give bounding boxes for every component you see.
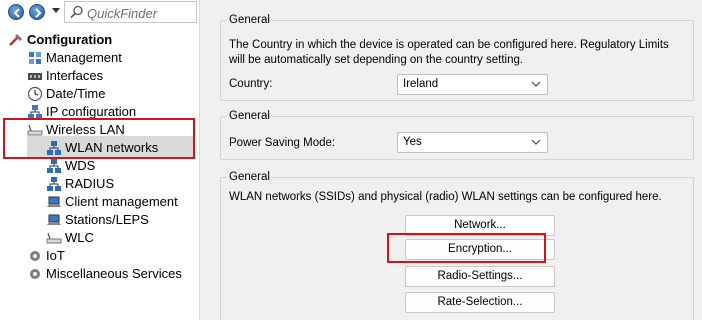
group-title: General [227,170,272,184]
group-title: General [227,109,272,123]
tree-item-label: Date/Time [46,86,106,101]
group-country: General The Country in which the device … [220,13,694,101]
quickfinder-placeholder: QuickFinder [87,6,158,21]
tree-item-label: WDS [65,158,96,173]
group-power-saving: General Power Saving Mode: Yes [220,109,694,160]
wireless-icon [46,232,62,244]
chevron-down-icon[interactable] [52,8,60,13]
tree-item-label: Management [46,50,122,65]
power-saving-label: Power Saving Mode: [229,137,336,149]
gear-icon [30,269,40,279]
group-title: General [227,13,272,27]
tools-icon [9,34,22,46]
country-value: Ireland [403,78,439,90]
magnifier-icon [70,5,83,19]
rate-selection-button[interactable]: Rate-Selection... [405,292,555,313]
country-description: The Country in which the device is opera… [229,39,669,66]
power-saving-value: Yes [403,136,422,148]
highlight-box [3,118,195,159]
tree-item-label: RADIUS [65,176,115,191]
tree-item-label: Stations/LEPS [65,212,149,227]
laptop-icon [47,214,61,225]
tree-item-label: Interfaces [46,68,104,83]
laptop-icon [47,196,61,207]
pane-splitter[interactable] [199,0,206,320]
country-label: Country: [229,78,273,90]
chevron-down-icon [531,139,541,145]
quickfinder-search-input[interactable]: QuickFinder [64,1,197,23]
network-icon [47,159,61,173]
gear-icon [30,251,40,261]
tree-root-label: Configuration [27,32,113,47]
tree-item-label: IoT [46,248,65,263]
highlight-box [387,233,546,263]
chevron-down-icon [531,81,541,87]
navigation-pane: QuickFinder Configuration Management Int… [0,0,199,320]
management-icon [29,52,41,64]
forward-arrow-icon[interactable] [29,4,45,20]
network-icon [47,177,61,191]
radio-settings-button[interactable]: Radio-Settings... [405,266,555,287]
tree-item-label: Client management [65,194,178,209]
clock-icon [27,86,43,102]
tree-item-label: WLC [65,230,94,245]
tree-item-label: Miscellaneous Services [46,266,182,281]
power-saving-select[interactable]: Yes [397,132,548,153]
back-arrow-icon[interactable] [8,4,24,20]
interfaces-icon [28,73,42,80]
navigation-toolbar: QuickFinder [0,0,199,27]
content-pane: General The Country in which the device … [206,0,702,320]
country-select[interactable]: Ireland [397,74,548,95]
wlan-description: WLAN networks (SSIDs) and physical (radi… [229,191,662,203]
